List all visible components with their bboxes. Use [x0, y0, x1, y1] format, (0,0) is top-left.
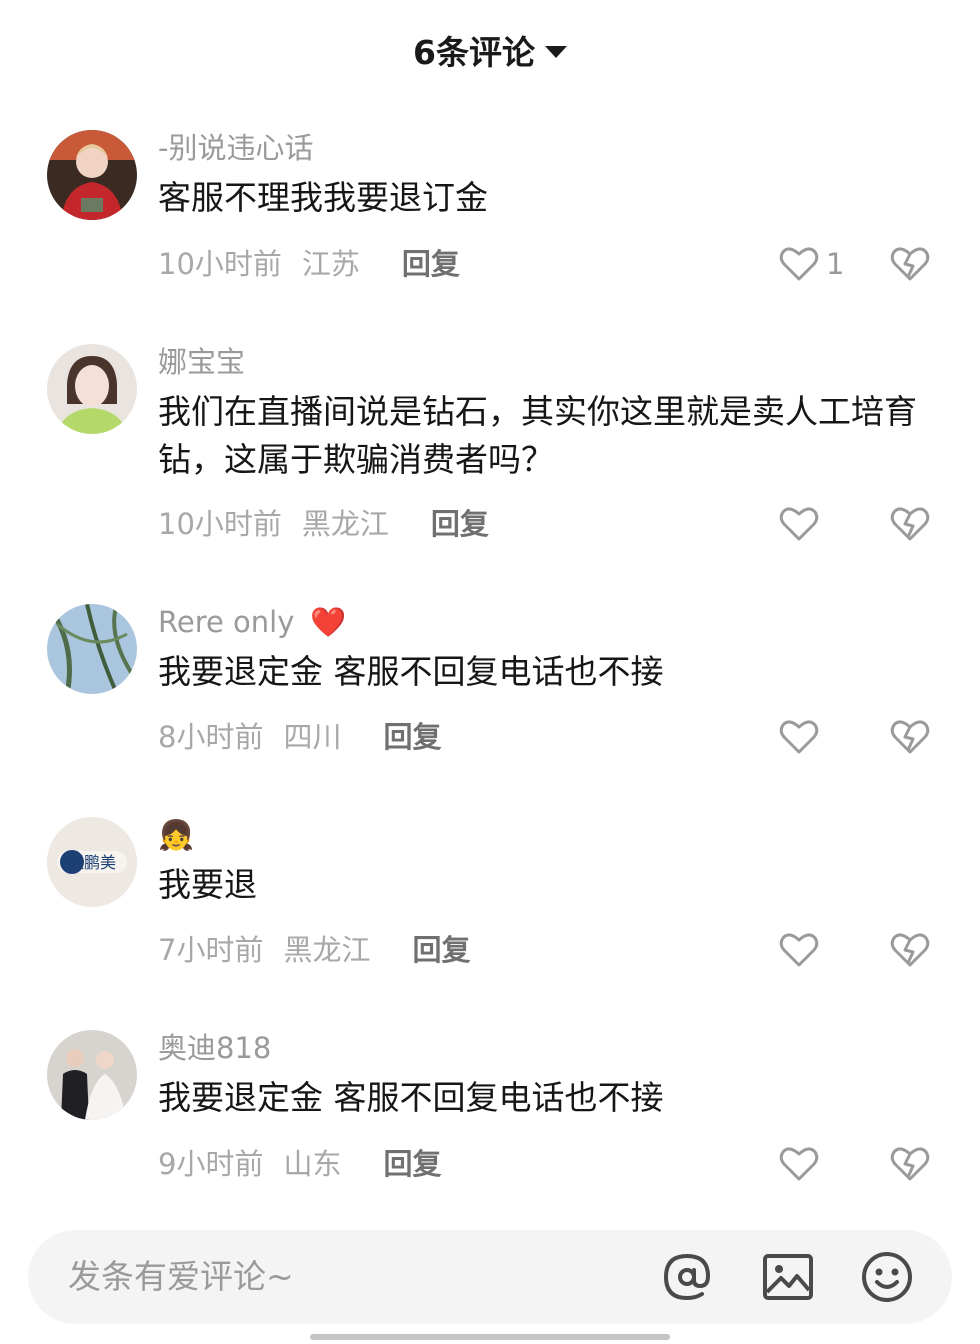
- comment-time: 9小时前: [158, 1147, 264, 1181]
- reply-button[interactable]: 回复: [412, 930, 470, 970]
- heart-outline-icon: [778, 930, 820, 970]
- comment-input-placeholder[interactable]: 发条有爱评论~: [68, 1230, 294, 1324]
- comment-meta: 10小时前 江苏 回复: [158, 244, 460, 284]
- comment-location: 山东: [283, 1147, 342, 1181]
- home-indicator[interactable]: [310, 1334, 670, 1340]
- comment-meta: 10小时前 黑龙江 回复: [158, 504, 489, 544]
- comment-time: 10小时前: [158, 507, 282, 541]
- comment-text: 我们在直播间说是钻石，其实你这里就是卖人工培育钻，这属于欺骗消费者吗？: [158, 392, 917, 479]
- comment-location: 黑龙江: [301, 507, 389, 541]
- chevron-down-icon[interactable]: [544, 46, 567, 58]
- broken-heart-icon[interactable]: [889, 1144, 931, 1184]
- heart-outline-icon: [778, 717, 820, 757]
- broken-heart-icon[interactable]: [889, 504, 931, 544]
- comment-time: 8小时前: [158, 720, 264, 754]
- avatar[interactable]: [47, 604, 137, 694]
- like-button[interactable]: 1: [778, 244, 844, 284]
- reply-button[interactable]: 回复: [431, 504, 489, 544]
- like-button[interactable]: [778, 1144, 820, 1184]
- comment-meta: 9小时前 山东 回复: [158, 1144, 441, 1184]
- reply-button[interactable]: 回复: [383, 1144, 441, 1184]
- heart-outline-icon: [778, 1144, 820, 1184]
- avatar-text: 张鹏美: [68, 853, 116, 872]
- like-count: 1: [826, 247, 845, 281]
- avatar[interactable]: [47, 1030, 137, 1120]
- comment-text: 客服不理我我要退订金: [158, 178, 488, 217]
- avatar[interactable]: [47, 344, 137, 434]
- reply-button[interactable]: 回复: [402, 244, 460, 284]
- heart-outline-icon: [778, 504, 820, 544]
- comment-text: 我要退定金 客服不回复电话也不接: [158, 1078, 664, 1117]
- comment-username[interactable]: -别说违心话: [158, 130, 313, 166]
- comment-location: 黑龙江: [283, 933, 371, 967]
- comment-username[interactable]: 奥迪818: [158, 1030, 271, 1066]
- image-icon[interactable]: [759, 1248, 817, 1306]
- comment-time: 7小时前: [158, 933, 264, 967]
- at-icon[interactable]: [658, 1248, 716, 1306]
- comment-count-title: 6条评论: [413, 33, 535, 72]
- avatar[interactable]: [47, 130, 137, 220]
- comment-text: 我要退: [158, 865, 257, 904]
- heart-outline-icon: [778, 244, 820, 284]
- comment-username[interactable]: 👧: [158, 817, 194, 853]
- comment-meta: 7小时前 黑龙江 回复: [158, 930, 470, 970]
- comment-username[interactable]: Rere only ❤️: [158, 604, 347, 640]
- broken-heart-icon[interactable]: [889, 244, 931, 284]
- avatar[interactable]: 张鹏美: [47, 817, 137, 907]
- broken-heart-icon[interactable]: [889, 930, 931, 970]
- comment-username[interactable]: 娜宝宝: [158, 344, 245, 380]
- comment-time: 10小时前: [158, 247, 282, 281]
- comment-input-bar[interactable]: 发条有爱评论~: [28, 1230, 952, 1324]
- username-text: Rere only: [158, 605, 295, 639]
- comment-location: 江苏: [301, 247, 360, 281]
- emoji-icon[interactable]: [858, 1248, 916, 1306]
- comment-text: 我要退定金 客服不回复电话也不接: [158, 652, 664, 691]
- comment-location: 四川: [283, 720, 342, 754]
- heart-emoji: ❤️: [310, 605, 347, 639]
- like-button[interactable]: [778, 717, 820, 757]
- broken-heart-icon[interactable]: [889, 717, 931, 757]
- comment-meta: 8小时前 四川 回复: [158, 717, 441, 757]
- like-button[interactable]: [778, 930, 820, 970]
- reply-button[interactable]: 回复: [383, 717, 441, 757]
- comments-header[interactable]: 6条评论: [0, 22, 980, 78]
- like-button[interactable]: [778, 504, 820, 544]
